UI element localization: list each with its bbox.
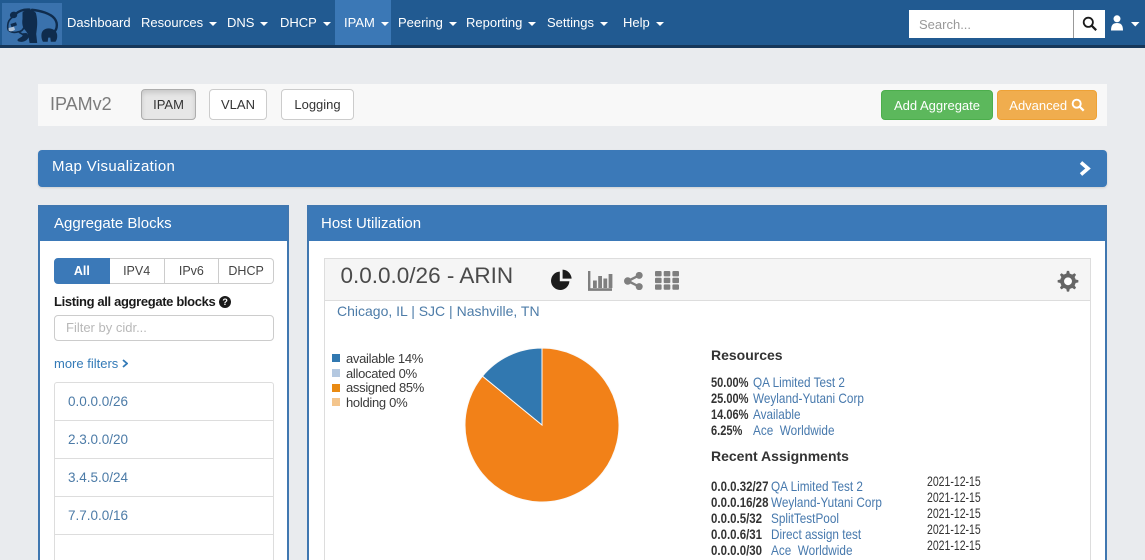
svg-text:?: ? xyxy=(222,297,227,307)
